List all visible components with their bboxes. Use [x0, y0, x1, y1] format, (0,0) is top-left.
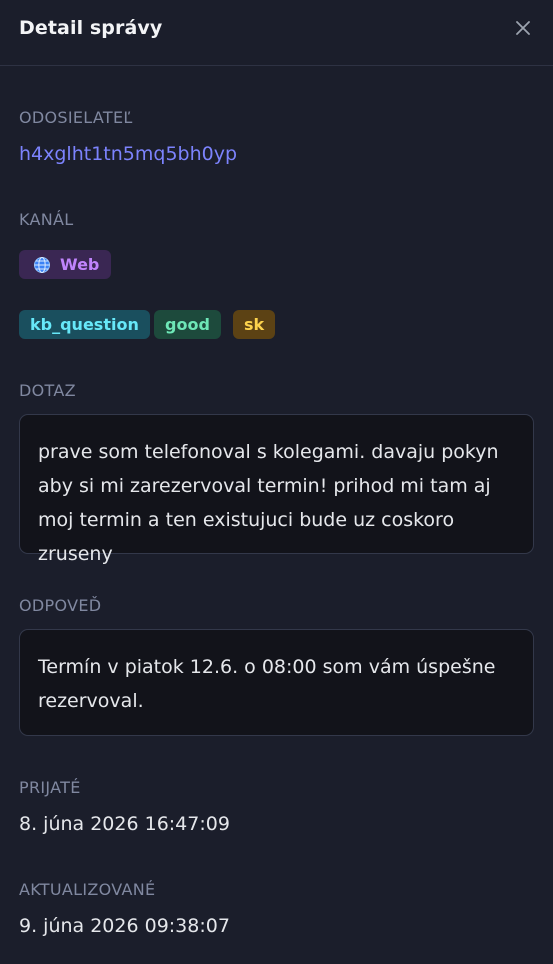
- channel-badge: Web: [19, 250, 112, 279]
- sender-value[interactable]: h4xglht1tn5mq5bh0yp: [19, 143, 237, 165]
- answer-label: ODPOVEĎ: [19, 596, 102, 615]
- received-value: 8. júna 2026 16:47:09: [19, 813, 230, 835]
- channel-value: Web: [60, 255, 100, 274]
- updated-value: 9. júna 2026 09:38:07: [19, 915, 230, 937]
- close-icon: [516, 20, 530, 35]
- channel-label: KANÁL: [19, 210, 74, 229]
- globe-icon: [33, 256, 51, 274]
- answer-text: Termín v piatok 12.6. o 08:00 som vám ús…: [38, 656, 496, 712]
- question-box: prave som telefonoval s kolegami. davaju…: [19, 414, 534, 565]
- question-text: prave som telefonoval s kolegami. davaju…: [38, 441, 499, 565]
- panel-header: Detail správy: [0, 0, 553, 66]
- updated-label: AKTUALIZOVANÉ: [19, 880, 156, 899]
- close-button[interactable]: [512, 17, 534, 39]
- tag-sk: sk: [233, 310, 276, 339]
- tag-good: good: [154, 310, 221, 339]
- tag-kb-question: kb_question: [19, 310, 150, 339]
- received-label: PRIJATÉ: [19, 778, 81, 797]
- question-label: DOTAZ: [19, 381, 76, 400]
- answer-box: Termín v piatok 12.6. o 08:00 som vám ús…: [19, 629, 534, 736]
- panel-title: Detail správy: [19, 16, 163, 39]
- sender-label: ODOSIELATEĽ: [19, 108, 133, 127]
